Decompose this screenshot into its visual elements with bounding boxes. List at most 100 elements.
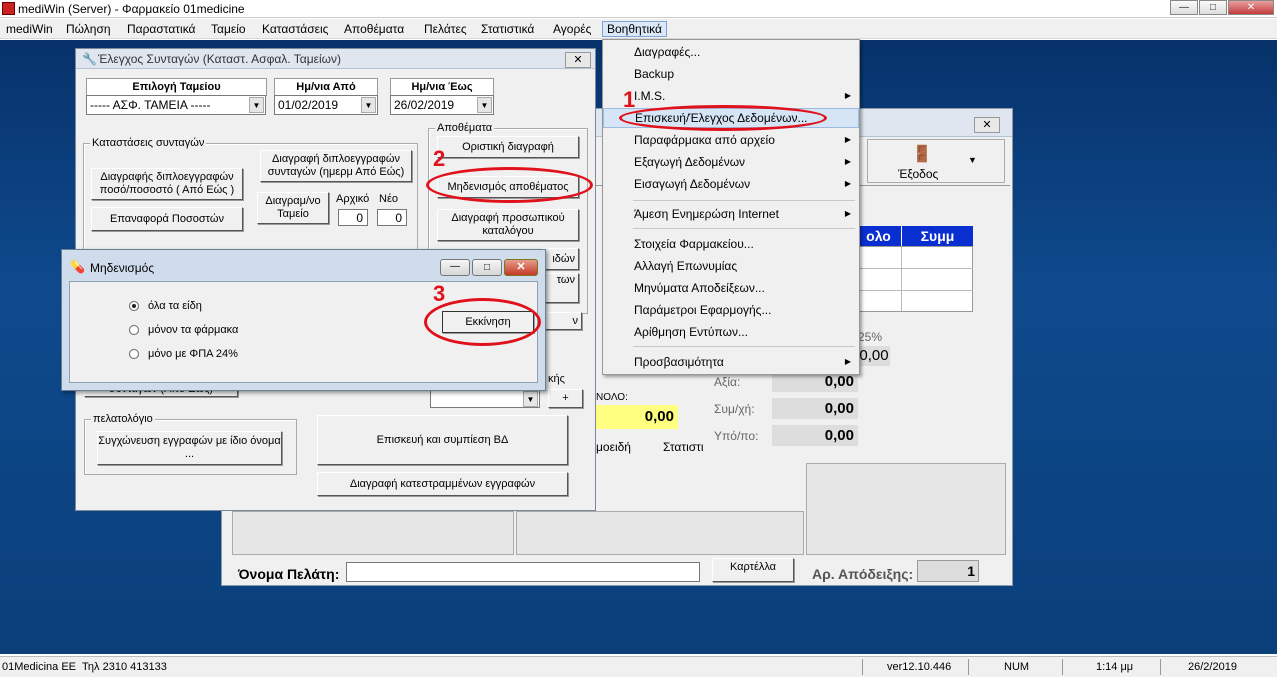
info-panel <box>806 463 1006 555</box>
menu-item-accessibility[interactable]: Προσβασιμότητα ▶ <box>603 352 859 372</box>
restore-percentages-button[interactable]: Επαναφορά Ποσοστών <box>91 207 243 231</box>
status-time: 1:14 μμ <box>1096 661 1134 673</box>
menu-documents[interactable]: Παραστατικά <box>123 21 199 37</box>
partial-select[interactable]: ▼ <box>430 389 540 408</box>
annotation-number-1: 1 <box>623 87 636 112</box>
status-version: ver12.10.446 <box>887 661 952 673</box>
submenu-arrow-icon: ▶ <box>844 357 851 366</box>
exit-door-icon: 🚪 <box>912 146 932 163</box>
menu-item-internet-update[interactable]: Άμεση Ενημερώση Internet ▶ <box>603 204 859 224</box>
maximize-icon[interactable]: □ <box>472 259 502 276</box>
radio-drugs-only[interactable] <box>129 325 139 335</box>
receipt-number-label: Αρ. Απόδειξης: <box>812 566 914 582</box>
radio-all-items[interactable] <box>129 301 139 311</box>
column-sum-header: Συμμ <box>901 226 973 246</box>
menu-item-ims[interactable]: I.M.S. ▶ <box>603 86 859 106</box>
partial-label: κής <box>548 373 565 385</box>
menu-item-form-numbering[interactable]: Αρίθμηση Εντύπων... <box>603 322 859 342</box>
close-icon[interactable]: ✕ <box>1228 0 1274 15</box>
radio-vat24-only[interactable] <box>129 349 139 359</box>
annotation-circle-2 <box>426 167 593 203</box>
tab-statistics[interactable]: Στατιστι <box>663 440 704 454</box>
delete-fund-button[interactable]: Διαγραμ/νο Ταμείο <box>257 192 329 224</box>
status-company: 01Medicina EE <box>2 661 76 673</box>
app-icon <box>2 2 15 15</box>
menu-sales[interactable]: Πώληση <box>62 21 115 37</box>
chevron-down-icon[interactable]: ▼ <box>968 155 977 165</box>
menu-item-deletions[interactable]: Διαγραφές... <box>603 42 859 62</box>
close-icon[interactable]: ✕ <box>565 52 591 68</box>
repair-database-button[interactable]: Επισκευή και συμπίεση ΒΔ <box>317 415 568 465</box>
partial-button-1[interactable]: ιδών <box>542 248 579 270</box>
minimize-icon[interactable]: — <box>440 259 470 276</box>
radio-all-items-label: όλα τα είδη <box>148 300 202 312</box>
partial-button-3[interactable]: ν <box>542 312 582 330</box>
app-title: mediWin (Server) - Φαρμακείο 01medicine <box>18 2 245 16</box>
radio-vat24-only-label: μόνο με ΦΠΑ 24% <box>148 348 238 360</box>
delete-duplicates-date-button[interactable]: Διαγραφή διπλοεγγραφών συνταγών (ημερμ Α… <box>260 150 412 182</box>
menu-mediwin[interactable]: mediWin <box>2 21 57 37</box>
zero-dialog-title: Μηδενισμός <box>90 261 155 275</box>
menu-tools[interactable]: Βοηθητικά <box>602 21 667 37</box>
final-delete-button[interactable]: Οριστική διαγραφή <box>437 136 579 158</box>
delete-personal-catalog-button[interactable]: Διαγραφή προσωπικού καταλόγου <box>437 209 579 241</box>
fund-select[interactable]: ----- ΑΣΦ. ΤΑΜΕΙΑ ----- ▼ <box>86 95 266 115</box>
close-icon[interactable]: ✕ <box>974 117 1000 133</box>
menu-stock[interactable]: Αποθέματα <box>340 21 408 37</box>
submenu-arrow-icon: ▶ <box>844 157 851 166</box>
original-value-input[interactable]: 0 <box>338 209 368 226</box>
total-amount: 0,00 <box>596 405 678 429</box>
pill-icon: 💊 <box>70 260 85 274</box>
copay-amount: 0,00 <box>772 398 858 419</box>
date-from-select[interactable]: 01/02/2019 ▼ <box>274 95 378 115</box>
fund-label: Επιλογή Ταμείου <box>86 78 267 96</box>
menu-item-import-data[interactable]: Εισαγωγή Δεδομένων ▶ <box>603 174 859 194</box>
exit-button[interactable]: 🚪 Έξοδος <box>867 139 1005 183</box>
menu-item-receipt-messages[interactable]: Μηνύματα Αποδείξεων... <box>603 278 859 298</box>
menu-statistics[interactable]: Στατιστικά <box>477 21 538 37</box>
status-num-lock: NUM <box>1004 661 1030 673</box>
balance-label: Υπό/πο: <box>714 429 759 443</box>
annotation-circle-3 <box>424 298 541 346</box>
maximize-icon[interactable]: □ <box>1199 0 1227 15</box>
chevron-down-icon: ▼ <box>523 391 538 407</box>
delete-corrupted-records-button[interactable]: Διαγραφή κατεστραμμένων εγγραφών <box>317 472 568 496</box>
menu-item-parapharma-file[interactable]: Παραφάρμακα από αρχείο ▶ <box>603 130 859 150</box>
submenu-arrow-icon: ▶ <box>844 209 851 218</box>
menu-customers[interactable]: Πελάτες <box>420 21 471 37</box>
menu-cash[interactable]: Ταμείο <box>207 21 250 37</box>
menu-item-app-settings[interactable]: Παράμετροι Εφαρμογής... <box>603 300 859 320</box>
submenu-arrow-icon: ▶ <box>844 91 851 100</box>
new-value-input[interactable]: 0 <box>377 209 407 226</box>
items-grid[interactable] <box>856 246 973 312</box>
customer-name-label: Όνομα Πελάτη: <box>238 566 340 582</box>
menu-item-backup[interactable]: Backup <box>603 64 859 84</box>
close-icon[interactable]: ✕ <box>504 259 538 276</box>
status-bar: 01Medicina EE Τηλ 2310 413133 ver12.10.4… <box>0 656 1277 677</box>
radio-drugs-only-label: μόνον τα φάρμακα <box>148 324 239 336</box>
customer-name-input[interactable] <box>346 562 700 582</box>
wrench-icon: 🔧 <box>82 52 97 66</box>
submenu-arrow-icon: ▶ <box>844 135 851 144</box>
add-button[interactable]: + <box>548 389 583 408</box>
balance-amount: 0,00 <box>772 425 858 446</box>
menu-reports[interactable]: Καταστάσεις <box>258 21 332 37</box>
value-label: Αξία: <box>714 375 741 389</box>
chevron-down-icon: ▼ <box>361 97 376 113</box>
menu-purchases[interactable]: Αγορές <box>549 21 595 37</box>
minimize-icon[interactable]: — <box>1170 0 1198 15</box>
date-to-label: Ημ/νια Έως <box>390 78 494 96</box>
customer-card-button[interactable]: Καρτέλλα <box>712 558 794 582</box>
menu-item-change-name[interactable]: Αλλαγή Επωνυμίας <box>603 256 859 276</box>
partial-button-2[interactable]: των <box>542 273 579 303</box>
date-from-label: Ημ/νια Από <box>274 78 378 96</box>
annotation-circle-1 <box>619 105 827 131</box>
prescription-control-caption: Έλεγχος Συνταγών (Καταστ. Ασφαλ. Ταμείων… <box>76 49 595 69</box>
menu-item-pharmacy-info[interactable]: Στοιχεία Φαρμακείου... <box>603 234 859 254</box>
menu-item-export-data[interactable]: Εξαγωγή Δεδομένων ▶ <box>603 152 859 172</box>
vat-percent: 25% <box>858 330 883 344</box>
tab-generics[interactable]: μοειδή <box>596 440 631 454</box>
delete-duplicates-amount-button[interactable]: Διαγραφής διπλοεγγραφών ποσό/ποσοστό ( Α… <box>91 168 243 200</box>
merge-records-button[interactable]: Συγχώνευση εγγραφών με ίδιο όνομα ... <box>97 431 282 465</box>
date-to-select[interactable]: 26/02/2019 ▼ <box>390 95 494 115</box>
